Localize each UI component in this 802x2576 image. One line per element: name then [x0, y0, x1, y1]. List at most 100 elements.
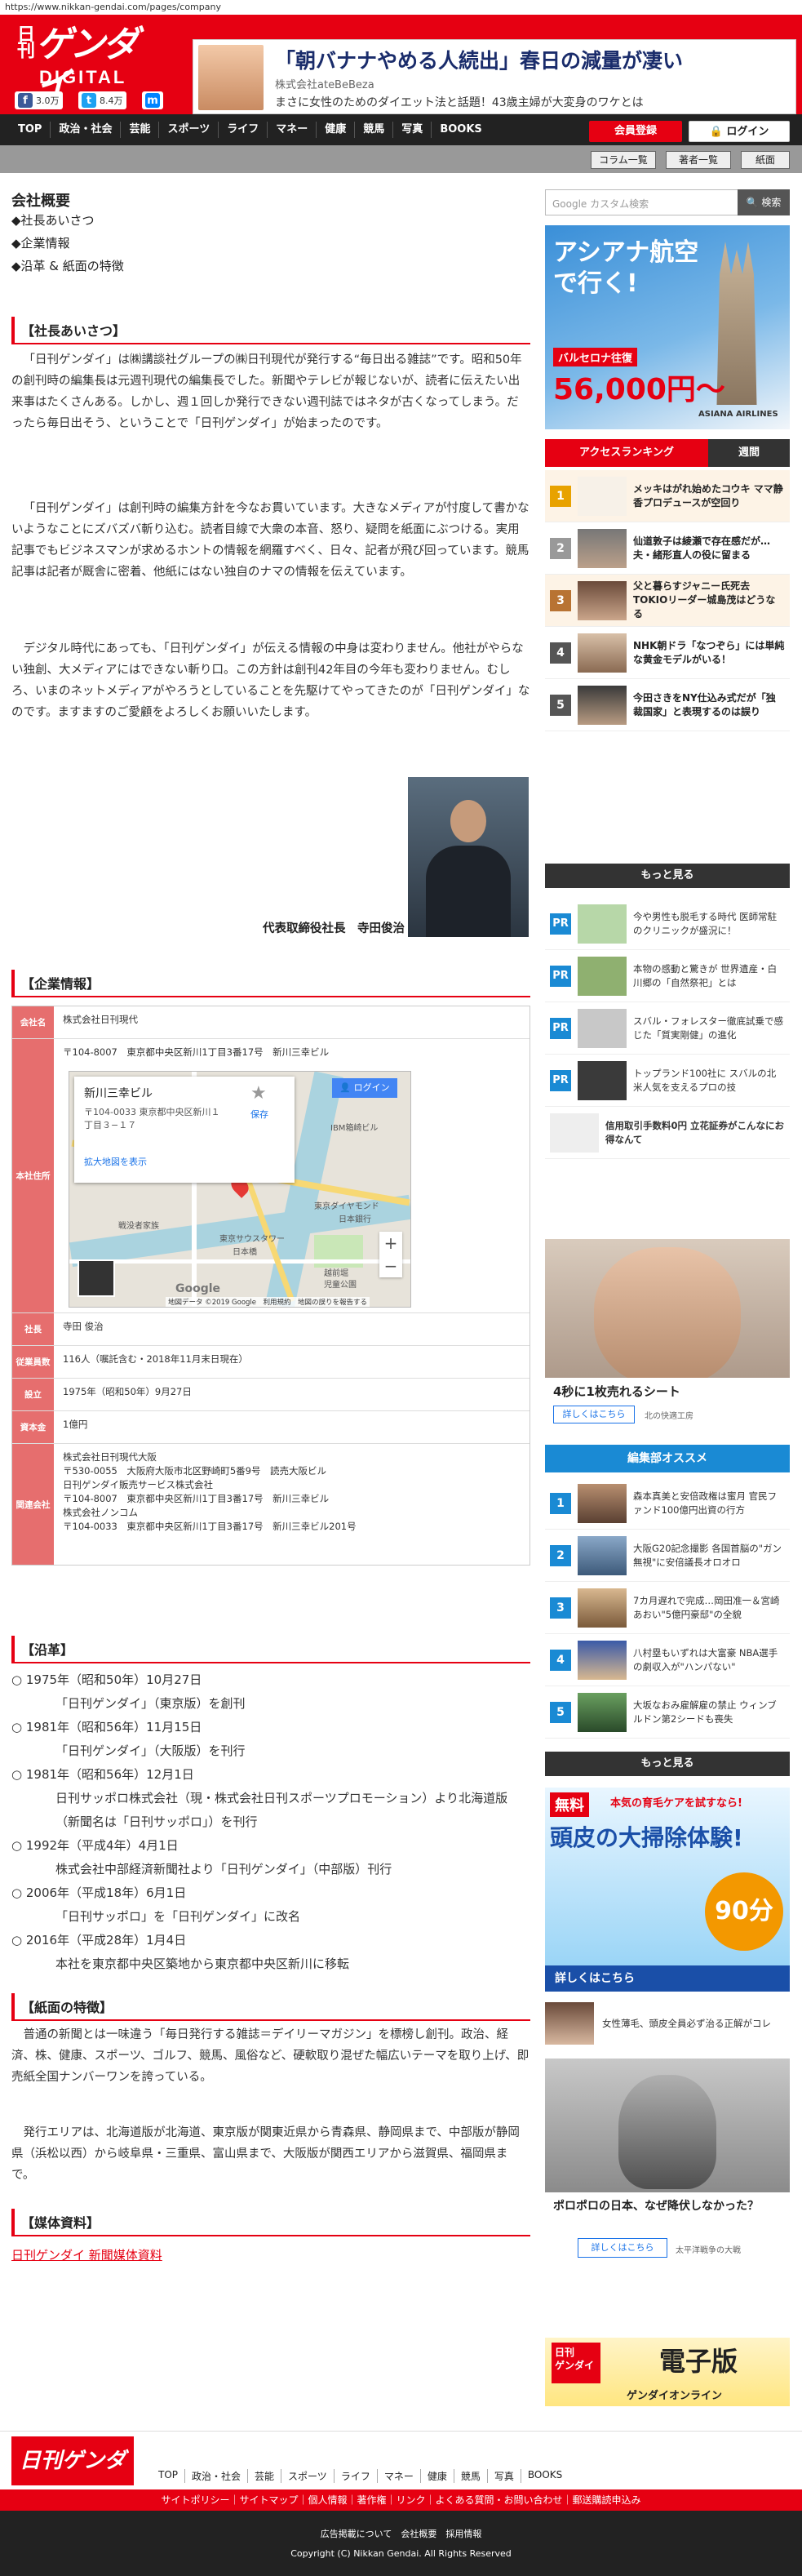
address-bar[interactable]: https://www.nikkan-gendai.com/pages/comp… [0, 0, 802, 15]
epaper-line2: ゲンダイ [555, 2360, 595, 2371]
star-icon[interactable]: ★ [250, 1083, 267, 1104]
footer-nav-item[interactable]: スポーツ [281, 2469, 335, 2483]
map-save-link[interactable]: 保存 [250, 1108, 268, 1121]
tab-weekly[interactable]: 週間 [708, 439, 790, 467]
messenger-button[interactable]: m [142, 91, 163, 109]
pr-text: 本物の感動と驚きが 世界遺産・白川郷の「自然祭祀」とは [633, 962, 778, 988]
footer-nav-item[interactable]: 芸能 [248, 2469, 282, 2483]
footer-nav-item[interactable]: 政治・社会 [185, 2469, 249, 2483]
search-input[interactable]: Google カスタム検索 [552, 197, 649, 211]
search-button-label: 検索 [761, 197, 782, 208]
logo-sub: DIGITAL [39, 67, 127, 87]
row-label: 従業員数 [12, 1346, 55, 1378]
rank-text: 今田さきをNY仕込み式だが「独裁国家」と表現するのは誤り [633, 691, 776, 717]
footer-nav-item[interactable]: ライフ [335, 2469, 378, 2483]
media-kit-link[interactable]: 日刊ゲンダイ 新聞媒体資料 [11, 2246, 162, 2263]
history-heading: 【沿革】 [11, 1636, 530, 1663]
login-button[interactable]: 🔒 ログイン [689, 121, 790, 142]
footer-nav-item[interactable]: BOOKS [521, 2469, 569, 2483]
author-list-button[interactable]: 著者一覧 [666, 151, 731, 169]
rank-number: 4 [550, 1649, 571, 1671]
hair-care-ad[interactable]: 無料 本気の育毛ケアを試すなら! 頭皮の大掃除体験! 90分 詳しくはこちら [545, 1788, 790, 1992]
rank-thumbnail [578, 476, 627, 516]
register-button[interactable]: 会員登録 [589, 121, 682, 142]
ranking-more-button[interactable]: もっと見る [545, 864, 790, 888]
list-item[interactable]: 4 NHK朝ドラ「なつぞら」には単純な黄金モデルがいる！ [545, 627, 790, 679]
list-item[interactable]: 2 大阪G20記念撮影 各国首脳の"ガン無視"に安倍議長オロオロ [545, 1530, 790, 1582]
ad-hair-button[interactable]: 詳しくはこちら [545, 1965, 790, 1992]
rank-thumbnail [578, 528, 627, 568]
list-item[interactable]: PR トップランド100社に スバルの北米人気を支えるプロの技 [545, 1055, 790, 1107]
company-heading: 【企業情報】 [11, 970, 530, 997]
list-item[interactable]: PR 本物の感動と驚きが 世界遺産・白川郷の「自然祭祀」とは [545, 950, 790, 1002]
asiana-ad[interactable]: アシアナ航空 で行く! バルセロナ往復 56,000円～ ASIANA AIRL… [545, 225, 790, 429]
footer-logo[interactable]: 日刊ゲンダイ [11, 2436, 134, 2522]
nav-item-politics[interactable]: 政治・社会 [51, 122, 122, 138]
header-ad[interactable]: 「朝バナナやめる人続出」春日の減量が凄い 株式会社ateBeBeza まさに女性… [193, 39, 796, 114]
table-row: 社長 寺田 俊治 [12, 1313, 529, 1346]
google-map[interactable]: IBM箱崎ビル 日本銀行 東京ダイヤモンド 戦没者家族 東京サウスタワー 日本橋… [69, 1071, 411, 1308]
column-list-button[interactable]: コラム一覧 [591, 151, 656, 169]
list-item[interactable]: 1 森本真美と安倍政権は蜜月 官民ファンド100億円出資の行方 [545, 1477, 790, 1530]
list-item[interactable]: 3 7カ月遅れで完成…岡田准一＆宮崎あおい"5億円豪邸"の全貌 [545, 1582, 790, 1634]
site-logo[interactable]: 日刊 ゲンダイ DIGITAL [14, 24, 139, 106]
facebook-icon: f [18, 93, 33, 108]
footer-nav-item[interactable]: 競馬 [454, 2469, 488, 2483]
ad-air-price: 56,000円～ [553, 373, 725, 406]
nav-item-top[interactable]: TOP [10, 122, 51, 138]
toc-item-history[interactable]: ◆沿革 & 紙面の特徴 [11, 255, 256, 278]
list-item[interactable]: 5 今田さきをNY仕込み式だが「独裁国家」と表現するのは誤り [545, 679, 790, 731]
war-book-ad[interactable]: ポロポロの日本、なぜ降伏しなかった？ 詳しくはこちら 太平洋戦争の大戦 [545, 2059, 790, 2264]
footer-links-secondary[interactable]: 広告掲載について 会社概要 採用情報 [0, 2511, 802, 2540]
map-place-address: 〒104-0033 東京都中央区新川１丁目３−１７ [84, 1107, 220, 1130]
table-row: 関連会社 株式会社日刊現代大阪 〒530-0055 大阪府大阪市北区野崎町5番9… [12, 1444, 529, 1565]
list-item[interactable]: 4 八村塁もいずれは大富豪 NBA選手の劇収入が"ハンパない" [545, 1634, 790, 1686]
paper-button[interactable]: 紙面 [741, 151, 790, 169]
nav-item-entertainment[interactable]: 芸能 [121, 122, 160, 138]
list-item[interactable]: 3 父と暮らすジャニー氏死去 TOKIOリーダー城島茂はどうなる [545, 575, 790, 627]
pr-badge: PR [550, 1017, 571, 1039]
facebook-share-button[interactable]: f 3.0万 [15, 91, 63, 109]
editor-picks-list: 1 森本真美と安倍政権は蜜月 官民ファンド100億円出資の行方 2 大阪G20記念撮… [545, 1477, 790, 1739]
map-larger-link[interactable]: 拡大地図を表示 [84, 1155, 147, 1168]
pr-thumbnail [578, 904, 627, 944]
map-satellite-toggle[interactable] [78, 1259, 115, 1297]
list-item[interactable]: 信用取引手数料0円 立花証券がこんなにお得なんて [545, 1107, 790, 1159]
tab-access-ranking[interactable]: アクセスランキング [545, 439, 708, 467]
ad-face-button[interactable]: 詳しくはこちら [553, 1406, 635, 1423]
footer-nav-item[interactable]: 写真 [488, 2469, 521, 2483]
footer-links[interactable]: サイトポリシー｜サイトマップ｜個人情報｜著作権｜リンク｜よくある質問・お問い合わ… [0, 2489, 802, 2511]
hair-ad-caption-row[interactable]: 女性薄毛、頭皮全員必ず治る正解がコレ [545, 1996, 790, 2050]
face-sheet-ad[interactable]: 4秒に1枚売れるシート 詳しくはこちら 北の快適工房 [545, 1239, 790, 1435]
map-login-button[interactable]: 👤 ログイン [332, 1078, 397, 1098]
editor-more-button[interactable]: もっと見る [545, 1752, 790, 1776]
nav-item-money[interactable]: マネー [268, 122, 317, 138]
history-desc: 日刊サッポロ株式会社（現・株式会社日刊スポーツプロモーション）より北海道版（新聞… [55, 1791, 508, 1829]
rank-text: 森本真美と安倍政権は蜜月 官民ファンド100億円出資の行方 [633, 1490, 778, 1516]
list-item[interactable]: PR 今や男性も脱毛する時代 医師常駐のクリニックが盛況に！ [545, 898, 790, 950]
list-item[interactable]: PR スバル・フォレスター徹底試乗で感じた「質実剛健」の進化 [545, 1002, 790, 1055]
search-button[interactable]: 🔍 検索 [738, 189, 790, 215]
twitter-share-button[interactable]: t 8.4万 [78, 91, 126, 109]
row-value: 寺田 俊治 [63, 1321, 104, 1332]
twitter-count: 8.4万 [100, 95, 123, 106]
footer-nav-item[interactable]: マネー [378, 2469, 421, 2483]
list-item[interactable]: 5 大坂なおみ雇解雇の禁止 ウィンブルドン第2シードも喪失 [545, 1686, 790, 1739]
nav-item-books[interactable]: BOOKS [432, 122, 490, 138]
nav-item-keiba[interactable]: 競馬 [355, 122, 394, 138]
toc-item-greeting[interactable]: ◆社長あいさつ [11, 209, 256, 232]
ad-hair-big: 頭皮の大掃除体験! [550, 1824, 743, 1851]
nav-item-photo[interactable]: 写真 [393, 122, 432, 138]
nav-item-health[interactable]: 健康 [317, 122, 356, 138]
toc-item-company[interactable]: ◆企業情報 [11, 232, 256, 255]
nav-item-life[interactable]: ライフ [219, 122, 268, 138]
nav-item-sports[interactable]: スポーツ [159, 122, 219, 138]
rank-thumbnail [578, 1640, 627, 1680]
footer-nav-item[interactable]: 健康 [421, 2469, 454, 2483]
ad-war-button[interactable]: 詳しくはこちら [578, 2238, 667, 2258]
map-zoom-control[interactable]: + − [379, 1232, 402, 1277]
list-item[interactable]: 1 メッキはがれ始めたコウキ ママ静香プロデュースが空回り [545, 470, 790, 522]
footer-nav-item[interactable]: TOP [152, 2469, 186, 2483]
list-item[interactable]: 2 仙道敦子は綾瀬で存在感だが…夫・緒形直人の役に留まる [545, 522, 790, 575]
epaper-banner[interactable]: 日刊 ゲンダイ 電子版 ゲンダイオンライン [545, 2338, 790, 2406]
